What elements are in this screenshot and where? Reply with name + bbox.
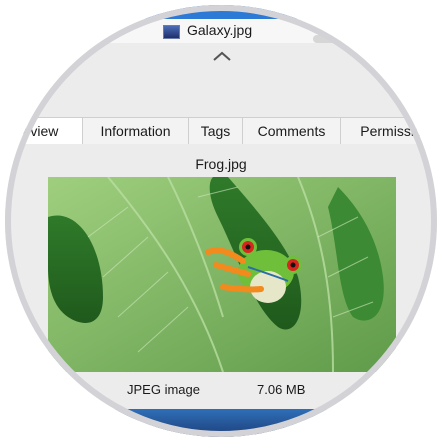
tab-tags[interactable]: Tags [189,118,243,144]
tab-label: Tags [200,123,231,139]
tab-label: Comments [257,123,326,139]
bottom-dock-strip [5,409,437,437]
file-name: Galaxy.jpg [187,22,253,38]
frog-leaf-image [48,177,396,372]
info-tab-bar: eview Information Tags Comments Permissi… [5,117,437,145]
image-preview [48,177,396,372]
top-selection-bar: JPG [5,5,437,19]
image-title: Frog.jpg [195,156,247,172]
tab-information[interactable]: Information [83,118,189,144]
tab-comments[interactable]: Comments [243,118,341,144]
magnified-screenshot: JPG Galaxy.jpg eview Information Tags Co… [0,0,442,442]
tab-label: Information [100,123,171,139]
chevron-up-icon[interactable] [210,49,234,63]
image-file-icon [163,25,180,39]
tab-permissions[interactable]: Permissio [341,118,437,144]
tab-label: Permissio [360,123,422,139]
image-metadata: JPEG image 7.06 MB [5,382,437,402]
tab-label: eview [22,123,59,139]
magnifier-view: JPG Galaxy.jpg eview Information Tags Co… [5,5,437,437]
horizontal-scrollbar[interactable] [313,35,437,43]
image-type: JPEG image [127,382,200,397]
image-size: 7.06 MB [257,382,306,397]
tab-preview[interactable]: eview [5,118,83,144]
top-fragment-label: JPG [209,5,231,13]
